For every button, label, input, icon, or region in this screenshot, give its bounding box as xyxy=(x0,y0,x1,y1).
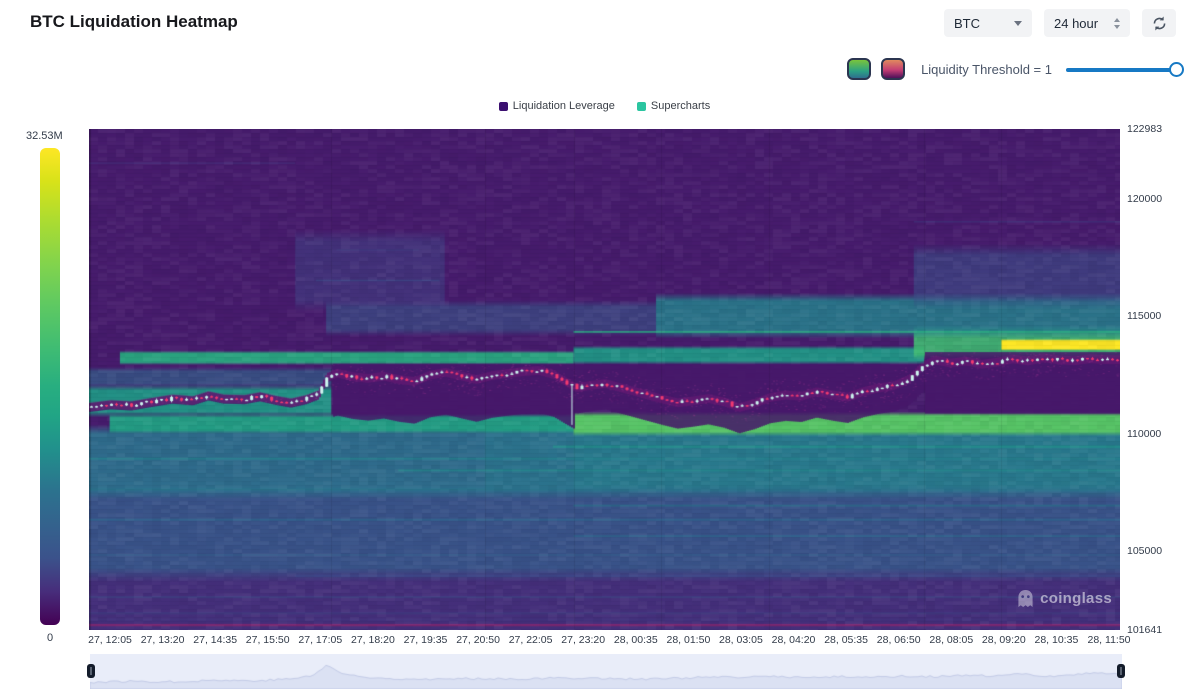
x-axis-label: 27, 22:05 xyxy=(509,634,553,646)
y-axis-label: 110000 xyxy=(1127,428,1161,440)
x-axis-label: 27, 17:05 xyxy=(298,634,342,646)
navigator-left-handle[interactable] xyxy=(87,664,95,678)
chevron-down-icon xyxy=(1014,21,1022,26)
range-navigator[interactable] xyxy=(90,654,1122,689)
x-axis-label: 27, 13:20 xyxy=(141,634,185,646)
chart-legend: Liquidation Leverage Supercharts xyxy=(89,100,1120,112)
x-axis-label: 27, 14:35 xyxy=(193,634,237,646)
symbol-select-value: BTC xyxy=(954,16,980,31)
x-axis-label: 28, 03:05 xyxy=(719,634,763,646)
x-axis-label: 28, 09:20 xyxy=(982,634,1026,646)
x-axis-label: 28, 11:50 xyxy=(1087,634,1130,646)
legend-label: Supercharts xyxy=(651,100,710,112)
time-axis: 27, 12:05 27, 13:20 27, 14:35 27, 15:50 27, … xyxy=(0,634,1200,650)
interval-stepper[interactable]: 24 hour xyxy=(1044,9,1130,37)
x-axis-label: 27, 19:35 xyxy=(404,634,448,646)
symbol-select[interactable]: BTC xyxy=(944,9,1032,37)
watermark: coinglass xyxy=(1017,589,1112,608)
stepper-arrows[interactable] xyxy=(1114,18,1120,29)
x-axis-label: 28, 00:35 xyxy=(614,634,658,646)
navigator-area-canvas[interactable] xyxy=(90,654,1122,689)
y-axis-label: 115000 xyxy=(1127,310,1161,322)
colorbar-max-label: 32.53M xyxy=(26,130,74,142)
navigator-right-handle[interactable] xyxy=(1117,664,1125,678)
y-axis-label: 122983 xyxy=(1127,123,1162,135)
stepper-up-icon[interactable] xyxy=(1114,18,1120,22)
liquidation-heatmap-canvas[interactable] xyxy=(89,129,1120,630)
threshold-label: Liquidity Threshold = 1 xyxy=(921,62,1052,77)
plot-area: coinglass xyxy=(89,129,1120,630)
legend-swatch-purple xyxy=(499,102,508,111)
legend-swatch-teal xyxy=(637,102,646,111)
colormap-green-swatch-button[interactable] xyxy=(847,58,871,80)
y-axis-label: 120000 xyxy=(1127,193,1162,205)
x-axis-label: 28, 10:35 xyxy=(1034,634,1078,646)
y-axis-label: 105000 xyxy=(1127,545,1162,557)
x-axis-label: 28, 05:35 xyxy=(824,634,868,646)
liquidation-heatmap-app: BTC Liquidation Heatmap BTC 24 hour Liqu… xyxy=(0,0,1200,700)
x-axis-label: 27, 15:50 xyxy=(246,634,290,646)
interval-stepper-value: 24 hour xyxy=(1054,16,1098,31)
legend-item-supercharts[interactable]: Supercharts xyxy=(637,100,710,112)
colorbar-gradient xyxy=(40,148,60,625)
x-axis-label: 27, 12:05 xyxy=(88,634,132,646)
x-axis-label: 27, 18:20 xyxy=(351,634,395,646)
stepper-down-icon[interactable] xyxy=(1114,25,1120,29)
legend-label: Liquidation Leverage xyxy=(513,100,615,112)
x-axis-label: 27, 23:20 xyxy=(561,634,605,646)
coinglass-ghost-icon xyxy=(1017,589,1034,608)
x-axis-label: 27, 20:50 xyxy=(456,634,500,646)
x-axis-label: 28, 06:50 xyxy=(877,634,921,646)
x-axis-label: 28, 08:05 xyxy=(929,634,973,646)
page-title: BTC Liquidation Heatmap xyxy=(30,12,238,32)
x-axis-label: 28, 01:50 xyxy=(666,634,710,646)
legend-item-liquidation-leverage[interactable]: Liquidation Leverage xyxy=(499,100,615,112)
colormap-pink-swatch-button[interactable] xyxy=(881,58,905,80)
price-axis: 122983120000115000110000105000101641 xyxy=(1127,0,1197,700)
watermark-text: coinglass xyxy=(1040,590,1112,607)
x-axis-label: 28, 04:20 xyxy=(772,634,816,646)
